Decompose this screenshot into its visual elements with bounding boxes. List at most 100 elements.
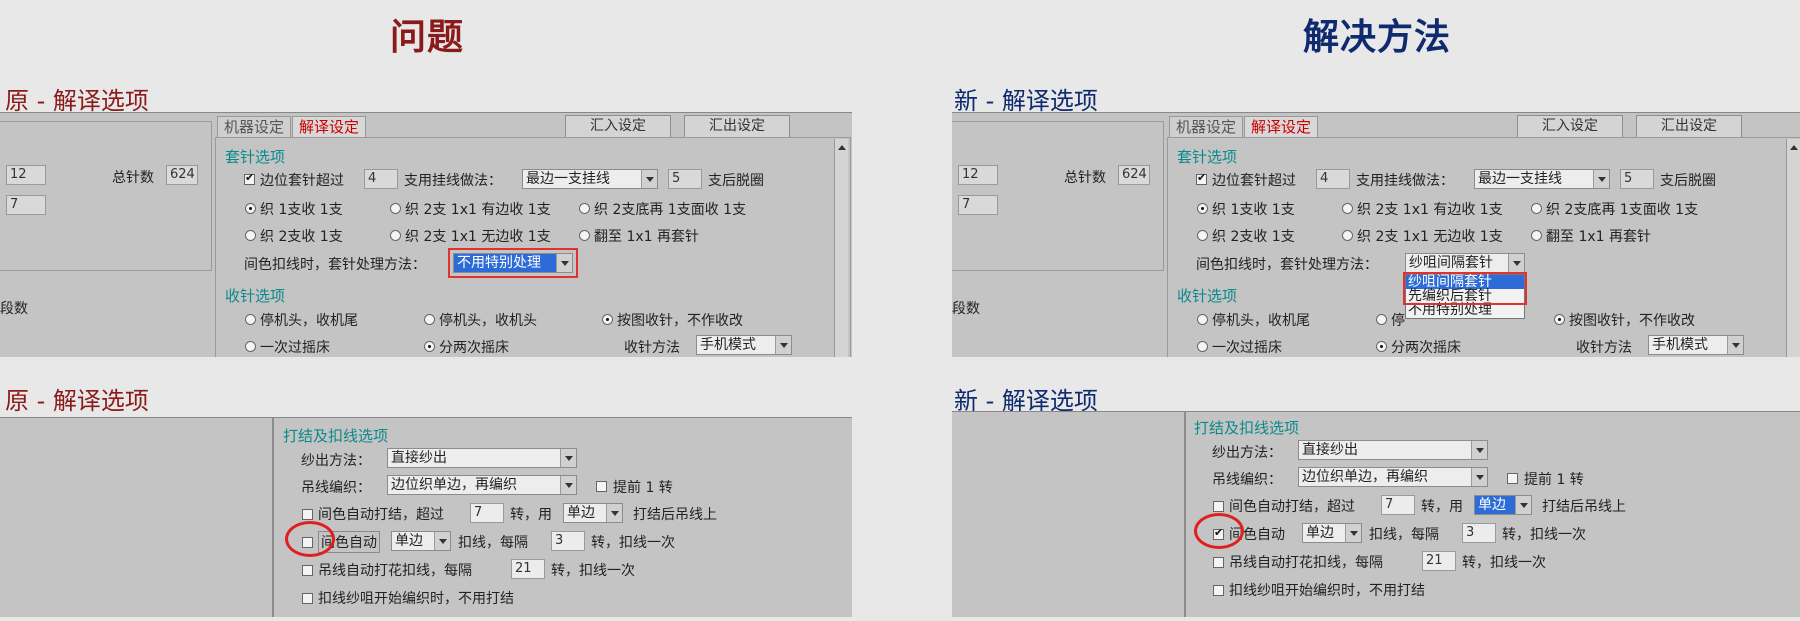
auto-knot-checkbox[interactable]	[1213, 501, 1224, 512]
side-select[interactable]: 单边	[1474, 495, 1532, 515]
tuck-every-field[interactable]: 3	[1462, 523, 1496, 543]
color-handling-select[interactable]: 纱咀间隔套针	[1405, 253, 1525, 273]
hang-value: 边位织单边，再编织	[391, 477, 517, 493]
turn-use-label: 转，用	[510, 507, 552, 523]
total-needles-field[interactable]: 624	[166, 165, 198, 185]
left-field-2[interactable]: 7	[958, 195, 998, 215]
finish-method-select[interactable]: 手机模式	[696, 335, 792, 355]
finish-method-select[interactable]: 手机模式	[1648, 335, 1744, 355]
side2-select[interactable]: 单边	[1302, 523, 1362, 543]
cover-radio-5-label: 织 2支 1x1 无边收 1支	[1357, 229, 1503, 245]
cover-radio-2[interactable]	[1342, 203, 1353, 214]
chevron-down-icon	[560, 476, 576, 494]
cover-radio-4[interactable]	[1197, 230, 1208, 241]
dropdown-option-3[interactable]: 不用特别处理	[1406, 303, 1524, 317]
after-knot-label: 打结后吊线上	[1542, 499, 1626, 515]
yarn-out-select[interactable]: 直接纱出	[1298, 440, 1488, 460]
segments-label: 段数	[0, 301, 28, 317]
finish-radio-5[interactable]	[1376, 341, 1387, 352]
finish-radio-3[interactable]	[602, 314, 613, 325]
tuck-once-label: 转，扣线一次	[591, 535, 675, 551]
cover-options-title: 套针选项	[1177, 148, 1238, 166]
side2-select[interactable]: 单边	[391, 531, 451, 551]
edge-over-field[interactable]: 4	[1316, 169, 1350, 189]
cover-radio-6[interactable]	[1531, 230, 1542, 241]
finish-radio-2[interactable]	[424, 314, 435, 325]
cover-radio-2[interactable]	[390, 203, 401, 214]
tab-decode[interactable]: 解译设定	[292, 116, 367, 138]
finish-radio-4[interactable]	[245, 341, 256, 352]
finish-radio-5-label: 分两次摇床	[439, 340, 509, 356]
advance-checkbox[interactable]	[596, 481, 607, 492]
start-checkbox[interactable]	[1213, 585, 1224, 596]
auto-knot-label: 间色自动打结，超过	[318, 507, 444, 523]
left-field-1[interactable]: 12	[6, 165, 46, 185]
finish-radio-3-label: 按图收针，不作收改	[617, 313, 743, 329]
side-select[interactable]: 单边	[563, 503, 623, 523]
decode-panel-new: 12 7 总针数 624 段数 机器设定 解译设定 汇入设定 汇出设定 套针选项…	[952, 112, 1800, 357]
auto-knot-field[interactable]: 7	[1381, 495, 1415, 515]
total-needles-field[interactable]: 624	[1118, 165, 1150, 185]
edge-over-field[interactable]: 4	[364, 169, 398, 189]
chevron-down-icon	[606, 504, 622, 522]
total-needles-label: 总针数	[112, 170, 154, 186]
export-settings-button[interactable]: 汇出设定	[1636, 115, 1742, 138]
tab-machine[interactable]: 机器设定	[217, 116, 292, 138]
finish-radio-5[interactable]	[424, 341, 435, 352]
cover-radio-1[interactable]	[245, 203, 256, 214]
edge-over-checkbox[interactable]	[1196, 171, 1207, 185]
knot-panel-new: 打结及扣线选项 纱出方法： 直接纱出 吊线编织： 边位织单边，再编织 提前 1 …	[952, 411, 1800, 617]
export-settings-button[interactable]: 汇出设定	[684, 115, 790, 138]
flower-checkbox[interactable]	[302, 565, 313, 576]
method-select[interactable]: 最边一支挂线	[522, 169, 658, 189]
hang-select[interactable]: 边位织单边，再编织	[1298, 467, 1488, 487]
hang-label: 吊线编织：	[1212, 472, 1282, 488]
finish-radio-2[interactable]	[1376, 314, 1387, 325]
import-settings-button[interactable]: 汇入设定	[1517, 115, 1623, 138]
auto-knot-checkbox[interactable]	[302, 509, 313, 520]
hang-select[interactable]: 边位织单边，再编织	[387, 475, 577, 495]
yarn-out-select[interactable]: 直接纱出	[387, 448, 577, 468]
method-select[interactable]: 最边一支挂线	[1474, 169, 1610, 189]
cover-radio-3[interactable]	[1531, 203, 1542, 214]
start-checkbox[interactable]	[302, 593, 313, 604]
edge-over-label: 边位套针超过	[260, 173, 344, 189]
side2-value: 单边	[1306, 525, 1334, 541]
left-field-1[interactable]: 12	[958, 165, 998, 185]
highlight-box	[448, 248, 578, 278]
chevron-down-icon	[1727, 336, 1743, 354]
tab-machine[interactable]: 机器设定	[1169, 116, 1244, 138]
vertical-scrollbar[interactable]	[1786, 139, 1800, 357]
advance-label: 提前 1 转	[1524, 472, 1584, 488]
tuck-every-field[interactable]: 3	[551, 531, 585, 551]
color-handling-value: 纱咀间隔套针	[1409, 255, 1493, 271]
cover-radio-1[interactable]	[1197, 203, 1208, 214]
import-settings-button[interactable]: 汇入设定	[565, 115, 671, 138]
cover-radio-4-label: 织 2支收 1支	[260, 229, 343, 245]
cover-radio-6[interactable]	[579, 230, 590, 241]
edge-over-label: 边位套针超过	[1212, 173, 1296, 189]
after-count-field[interactable]: 5	[668, 169, 702, 189]
after-count-field[interactable]: 5	[1620, 169, 1654, 189]
finish-radio-3[interactable]	[1554, 314, 1565, 325]
flower-field[interactable]: 21	[511, 559, 545, 579]
tab-decode[interactable]: 解译设定	[1244, 116, 1319, 138]
cover-radio-5[interactable]	[1342, 230, 1353, 241]
flower-checkbox[interactable]	[1213, 557, 1224, 568]
edge-over-checkbox[interactable]	[244, 171, 255, 185]
hang-label: 吊线编织：	[301, 480, 371, 496]
color-handling-label: 间色扣线时，套针处理方法：	[244, 257, 426, 273]
flower-field[interactable]: 21	[1422, 551, 1456, 571]
yarn-out-label: 纱出方法：	[1212, 445, 1282, 461]
advance-checkbox[interactable]	[1507, 473, 1518, 484]
section-label-new-1: 新 - 解译选项	[954, 87, 1098, 115]
finish-radio-4[interactable]	[1197, 341, 1208, 352]
finish-radio-1[interactable]	[245, 314, 256, 325]
finish-radio-1[interactable]	[1197, 314, 1208, 325]
cover-radio-3[interactable]	[579, 203, 590, 214]
auto-knot-field[interactable]: 7	[470, 503, 504, 523]
cover-radio-5[interactable]	[390, 230, 401, 241]
left-field-2[interactable]: 7	[6, 195, 46, 215]
vertical-scrollbar[interactable]	[834, 139, 848, 357]
cover-radio-4[interactable]	[245, 230, 256, 241]
